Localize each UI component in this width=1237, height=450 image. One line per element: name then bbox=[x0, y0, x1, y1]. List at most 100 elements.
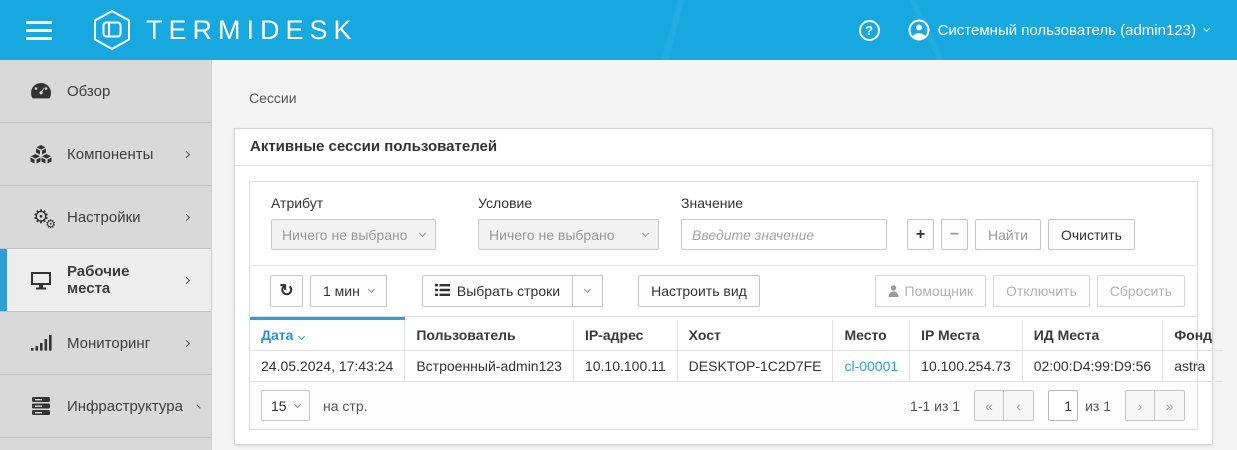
condition-select[interactable]: Ничего не выбрано bbox=[478, 219, 659, 250]
select-rows-label: Выбрать строки bbox=[457, 283, 560, 299]
sidebar-item-settings[interactable]: ⚙⚙ Настройки bbox=[0, 186, 211, 249]
user-name-label: Системный пользователь (admin123) bbox=[938, 22, 1196, 39]
select-rows-dropdown-toggle[interactable] bbox=[573, 275, 603, 307]
interval-label: 1 мин bbox=[323, 283, 360, 299]
sidebar-item-monitoring[interactable]: Мониторинг bbox=[0, 312, 211, 375]
page-number-input[interactable] bbox=[1048, 390, 1078, 421]
assistant-label: Помощник bbox=[905, 283, 973, 299]
range-label: 1-1 из 1 bbox=[910, 398, 960, 414]
cell-place-ip: 10.100.254.73 bbox=[910, 351, 1023, 382]
sidebar: Обзор Компоненты ⚙⚙ Настройки Рабочие ме… bbox=[0, 60, 212, 450]
page-count-label: из 1 bbox=[1085, 398, 1111, 414]
attribute-select-value: Ничего не выбрано bbox=[282, 227, 408, 243]
value-label: Значение bbox=[681, 195, 887, 211]
table-row[interactable]: 24.05.2024, 17:43:24 Встроенный-admin123… bbox=[250, 351, 1223, 382]
table-footer: 15 на стр. 1-1 из 1 « ‹ из 1 › » bbox=[250, 382, 1197, 429]
configure-view-button[interactable]: Настроить вид bbox=[638, 275, 760, 307]
cell-place: cl-00001 bbox=[833, 351, 910, 382]
chevron-down-icon bbox=[642, 229, 649, 236]
panel-header: Активные сессии пользователей bbox=[235, 129, 1212, 166]
brand-wordmark: TERMIDESK bbox=[146, 15, 358, 46]
sessions-table: Дата Пользователь IP-адрес Хост Место IP… bbox=[250, 317, 1223, 382]
cell-date: 24.05.2024, 17:43:24 bbox=[250, 351, 405, 382]
hexagon-logo-icon bbox=[92, 9, 132, 51]
sidebar-item-label: Рабочие места bbox=[67, 263, 169, 297]
per-page-label: на стр. bbox=[323, 398, 368, 414]
chevron-down-icon bbox=[1203, 25, 1210, 32]
cell-user: Встроенный-admin123 bbox=[405, 351, 574, 382]
chevron-right-icon bbox=[183, 150, 190, 157]
prev-page-button[interactable]: ‹ bbox=[1004, 390, 1034, 421]
clear-button[interactable]: Очистить bbox=[1048, 219, 1135, 250]
assistant-button[interactable]: Помощник bbox=[875, 275, 986, 307]
column-header-place[interactable]: Место bbox=[833, 319, 910, 351]
column-label: Дата bbox=[261, 327, 293, 343]
chevron-down-icon bbox=[368, 286, 375, 293]
condition-label: Условие bbox=[478, 195, 659, 211]
filter-bar: Атрибут Ничего не выбрано Условие Ничего… bbox=[250, 182, 1197, 266]
refresh-button[interactable]: ↻ bbox=[270, 275, 303, 307]
sidebar-item-infrastructure[interactable]: Инфраструктура bbox=[0, 375, 211, 438]
chevron-right-icon bbox=[183, 213, 190, 220]
menu-toggle-icon[interactable] bbox=[26, 16, 52, 45]
main-content: Сессии Активные сессии пользователей Атр… bbox=[213, 60, 1237, 450]
chevron-down-icon bbox=[584, 286, 591, 293]
select-rows-button[interactable]: Выбрать строки bbox=[422, 275, 573, 307]
cell-place-id: 02:00:D4:99:D9:56 bbox=[1022, 351, 1163, 382]
value-input[interactable] bbox=[681, 219, 887, 250]
column-header-pool[interactable]: Фонд bbox=[1163, 319, 1223, 351]
table-toolbar: ↻ 1 мин Выбрать строки bbox=[250, 266, 1197, 317]
cell-ip: 10.10.100.11 bbox=[573, 351, 677, 382]
column-header-place-id[interactable]: ИД Места bbox=[1022, 319, 1163, 351]
page-title: Активные сессии пользователей bbox=[250, 138, 497, 155]
breadcrumb: Сессии bbox=[213, 60, 1237, 106]
disconnect-button[interactable]: Отключить bbox=[993, 275, 1090, 307]
page-size-dropdown[interactable]: 15 bbox=[261, 390, 310, 421]
sidebar-item-label: Инфраструктура bbox=[67, 398, 183, 415]
sidebar-item-label: Обзор bbox=[67, 83, 193, 100]
sort-desc-icon bbox=[298, 333, 305, 340]
list-icon bbox=[435, 283, 450, 299]
chevron-right-icon bbox=[196, 404, 200, 408]
add-filter-button[interactable]: + bbox=[907, 219, 934, 250]
dashboard-icon bbox=[30, 82, 52, 100]
sidebar-item-workplaces[interactable]: Рабочие места bbox=[0, 249, 211, 312]
top-bar: TERMIDESK ? Системный пользователь (admi… bbox=[0, 0, 1237, 60]
place-link[interactable]: cl-00001 bbox=[844, 358, 898, 374]
components-icon bbox=[30, 144, 52, 164]
refresh-icon: ↻ bbox=[279, 281, 293, 301]
condition-select-value: Ничего не выбрано bbox=[489, 227, 615, 243]
interval-dropdown[interactable]: 1 мин bbox=[310, 275, 387, 307]
first-page-button[interactable]: « bbox=[974, 390, 1004, 421]
remove-filter-button[interactable]: − bbox=[941, 219, 968, 250]
infrastructure-icon bbox=[30, 396, 52, 416]
column-header-host[interactable]: Хост bbox=[677, 319, 833, 351]
attribute-label: Атрибут bbox=[271, 195, 436, 211]
person-icon bbox=[888, 285, 899, 297]
brand-logo: TERMIDESK bbox=[92, 9, 358, 51]
sidebar-item-components[interactable]: Компоненты bbox=[0, 123, 211, 186]
next-page-button[interactable]: › bbox=[1125, 390, 1155, 421]
chevron-right-icon bbox=[183, 339, 190, 346]
help-icon[interactable]: ? bbox=[859, 20, 880, 41]
column-header-user[interactable]: Пользователь bbox=[405, 319, 574, 351]
settings-icon: ⚙⚙ bbox=[30, 208, 52, 227]
attribute-select[interactable]: Ничего не выбрано bbox=[271, 219, 436, 250]
table-header-row: Дата Пользователь IP-адрес Хост Место IP… bbox=[250, 319, 1223, 351]
column-header-place-ip[interactable]: IP Места bbox=[910, 319, 1023, 351]
cell-pool: astra bbox=[1163, 351, 1223, 382]
last-page-button[interactable]: » bbox=[1155, 390, 1185, 421]
search-button[interactable]: Найти bbox=[975, 219, 1041, 250]
sidebar-item-label: Мониторинг bbox=[67, 335, 169, 352]
chevron-right-icon bbox=[183, 276, 190, 283]
workplaces-icon bbox=[30, 271, 52, 290]
cell-host: DESKTOP-1C2D7FE bbox=[677, 351, 833, 382]
column-header-ip[interactable]: IP-адрес bbox=[573, 319, 677, 351]
sessions-panel: Активные сессии пользователей Атрибут Ни… bbox=[234, 128, 1213, 445]
page-size-value: 15 bbox=[271, 398, 287, 414]
user-menu[interactable]: Системный пользователь (admin123) bbox=[908, 19, 1209, 41]
reset-button[interactable]: Сбросить bbox=[1097, 275, 1185, 307]
sidebar-item-overview[interactable]: Обзор bbox=[0, 60, 211, 123]
sessions-card: Атрибут Ничего не выбрано Условие Ничего… bbox=[249, 181, 1198, 430]
column-header-date[interactable]: Дата bbox=[250, 319, 405, 351]
